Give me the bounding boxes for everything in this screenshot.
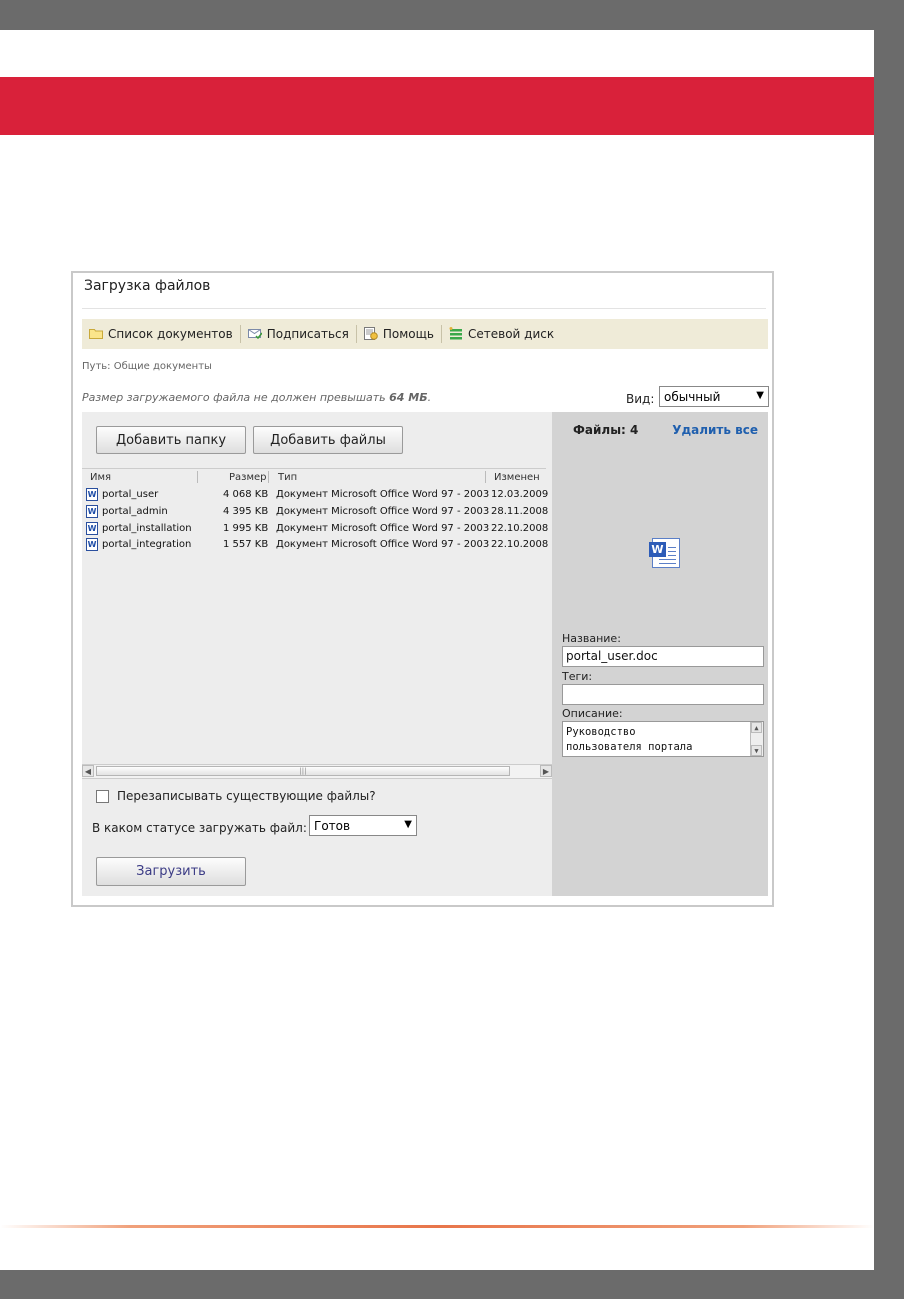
toolbar-network-drive[interactable]: Сетевой диск (442, 324, 561, 344)
file-modified: 28.11.2008 (491, 506, 549, 517)
upload-button[interactable]: Загрузить (96, 857, 246, 886)
table-row[interactable]: W portal_user 4 068 KB Документ Microsof… (82, 487, 552, 504)
word-document-icon: W (86, 488, 98, 501)
word-document-icon: W (649, 538, 680, 568)
toolbar-documents-list[interactable]: Список документов (82, 324, 240, 344)
scroll-up-icon[interactable]: ▲ (751, 722, 762, 733)
size-warning-value: 64 МБ (389, 391, 428, 404)
table-row[interactable]: W portal_installation 1 995 KB Документ … (82, 521, 552, 538)
subscribe-icon (247, 328, 263, 341)
view-select-value: обычный (664, 389, 721, 404)
breadcrumb: Путь: Общие документы (82, 361, 212, 372)
tags-label: Теги: (562, 670, 593, 683)
title-divider (82, 308, 766, 309)
toolbar-documents-label: Список документов (108, 327, 233, 341)
column-header-type[interactable]: Тип (278, 472, 297, 483)
delete-all-link[interactable]: Удалить все (672, 423, 758, 437)
toolbar: Список документов Подписаться Помощь Сет… (82, 319, 768, 349)
tags-input[interactable] (562, 684, 764, 705)
view-label: Вид: (626, 392, 655, 406)
table-row[interactable]: W portal_admin 4 395 KB Документ Microso… (82, 504, 552, 521)
column-header-modified[interactable]: Изменен (494, 472, 540, 483)
file-properties-panel: Файлы: 4 Удалить все W Название: portal_… (552, 412, 768, 896)
toolbar-subscribe-label: Подписаться (266, 327, 349, 341)
grid-header: Имя Размер Тип Изменен (82, 468, 546, 486)
header-banner (0, 77, 874, 135)
chevron-down-icon: ▼ (404, 819, 412, 830)
horizontal-scrollbar[interactable]: ◀ ||| ▶ (82, 764, 552, 779)
overwrite-option[interactable]: Перезаписывать существующие файлы? (96, 789, 376, 803)
file-size: 1 995 KB (223, 523, 269, 534)
file-name: portal_user (102, 489, 159, 500)
status-select[interactable]: Готов ▼ (309, 815, 417, 836)
file-modified: 22.10.2008 (491, 539, 549, 550)
scroll-right-icon[interactable]: ▶ (540, 765, 552, 777)
description-label: Описание: (562, 707, 623, 720)
status-label: В каком статусе загружать файл: (92, 821, 307, 835)
column-header-size[interactable]: Размер (229, 472, 267, 483)
size-warning-end: . (427, 391, 432, 404)
page-background: Загрузка файлов Список документов Подпис… (0, 30, 874, 1270)
upload-dialog: Загрузка файлов Список документов Подпис… (71, 271, 774, 907)
file-size: 1 557 KB (223, 539, 269, 550)
add-folder-button[interactable]: Добавить папку (96, 426, 246, 454)
file-type: Документ Microsoft Office Word 97 - 2003 (276, 489, 490, 500)
vertical-scrollbar[interactable]: ▲ ▼ (750, 722, 763, 756)
dialog-title: Загрузка файлов (84, 278, 211, 294)
word-document-icon: W (86, 538, 98, 551)
file-name: portal_integration (102, 539, 192, 550)
folder-icon (89, 328, 103, 341)
files-count: Файлы: 4 (573, 423, 639, 437)
word-document-icon: W (86, 522, 98, 535)
view-select[interactable]: обычный ▼ (659, 386, 769, 407)
file-modified: 22.10.2008 (491, 523, 549, 534)
word-document-icon: W (86, 505, 98, 518)
file-size: 4 395 KB (223, 506, 269, 517)
toolbar-subscribe[interactable]: Подписаться (241, 324, 356, 344)
description-line: Руководство (566, 726, 636, 738)
size-warning: Размер загружаемого файла не должен прев… (82, 391, 431, 404)
toolbar-help-label: Помощь (382, 327, 434, 341)
column-divider (268, 471, 269, 483)
file-name: portal_admin (102, 506, 168, 517)
column-divider (197, 471, 198, 483)
column-divider (485, 471, 486, 483)
table-row[interactable]: W portal_integration 1 557 KB Документ M… (82, 537, 552, 554)
column-header-name[interactable]: Имя (90, 472, 111, 483)
toolbar-help[interactable]: Помощь (357, 324, 441, 344)
footer-divider (0, 1225, 874, 1228)
title-label: Название: (562, 632, 621, 645)
chevron-down-icon: ▼ (756, 390, 764, 401)
scroll-left-icon[interactable]: ◀ (82, 765, 94, 777)
overwrite-checkbox[interactable] (96, 789, 109, 803)
file-size: 4 068 KB (223, 489, 269, 500)
scrollbar-thumb[interactable]: ||| (96, 766, 510, 776)
overwrite-label: Перезаписывать существующие файлы? (117, 789, 376, 803)
size-warning-text: Размер загружаемого файла не должен прев… (82, 391, 390, 404)
description-line: пользователя портала (566, 741, 693, 753)
file-type: Документ Microsoft Office Word 97 - 2003 (276, 523, 490, 534)
title-input[interactable]: portal_user.doc (562, 646, 764, 667)
scroll-down-icon[interactable]: ▼ (751, 745, 762, 756)
help-icon (363, 326, 378, 342)
add-files-button[interactable]: Добавить файлы (253, 426, 403, 454)
file-modified: 12.03.2009 (491, 489, 549, 500)
file-list-panel: Добавить папку Добавить файлы Имя Размер… (82, 412, 552, 896)
network-drive-icon (449, 326, 463, 342)
file-name: portal_installation (102, 523, 192, 534)
file-type: Документ Microsoft Office Word 97 - 2003 (276, 539, 490, 550)
status-select-value: Готов (314, 818, 351, 833)
toolbar-network-drive-label: Сетевой диск (467, 327, 555, 341)
file-type: Документ Microsoft Office Word 97 - 2003 (276, 506, 490, 517)
description-textarea[interactable]: Руководство пользователя портала ▲ ▼ (562, 721, 764, 757)
